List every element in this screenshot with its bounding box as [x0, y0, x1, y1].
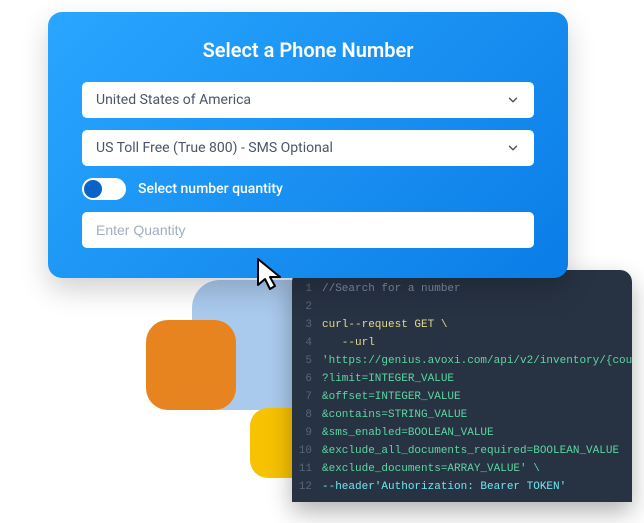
cursor-icon — [252, 255, 292, 299]
code-line: 6?limit=INTEGER_VALUE — [292, 370, 632, 388]
line-number: 1 — [292, 280, 322, 298]
line-number: 5 — [292, 352, 322, 370]
quantity-input[interactable] — [82, 212, 534, 248]
line-number: 9 — [292, 424, 322, 442]
number-type-select[interactable]: US Toll Free (True 800) - SMS Optional — [82, 130, 534, 166]
code-text: 'https://genius.avoxi.com/api/v2/invento… — [322, 352, 632, 370]
code-line: 3curl--request GET \ — [292, 316, 632, 334]
code-text: &sms_enabled=BOOLEAN_VALUE — [322, 424, 494, 442]
code-text: --header'Authorization: Bearer TOKEN' — [322, 478, 566, 496]
phone-number-form-card: Select a Phone Number United States of A… — [48, 12, 568, 278]
code-line: 10&exclude_all_documents_required=BOOLEA… — [292, 442, 632, 460]
line-number: 4 — [292, 334, 322, 352]
code-line: 5'https://genius.avoxi.com/api/v2/invent… — [292, 352, 632, 370]
code-line: 9&sms_enabled=BOOLEAN_VALUE — [292, 424, 632, 442]
quantity-toggle-label: Select number quantity — [138, 181, 283, 197]
code-text: &exclude_documents=ARRAY_VALUE' \ — [322, 460, 540, 478]
code-line: 8&contains=STRING_VALUE — [292, 406, 632, 424]
code-text: &offset=INTEGER_VALUE — [322, 388, 461, 406]
country-select[interactable]: United States of America — [82, 82, 534, 118]
code-line: 7&offset=INTEGER_VALUE — [292, 388, 632, 406]
code-panel: 1//Search for a number23curl--request GE… — [292, 270, 632, 502]
line-number: 10 — [292, 442, 322, 460]
code-line: 4 --url — [292, 334, 632, 352]
code-text: &exclude_all_documents_required=BOOLEAN_… — [322, 442, 619, 460]
line-number: 12 — [292, 478, 322, 496]
form-title: Select a Phone Number — [82, 38, 534, 62]
quantity-toggle-row: Select number quantity — [82, 178, 534, 200]
code-line: 12--header'Authorization: Bearer TOKEN' — [292, 478, 632, 496]
code-text: ?limit=INTEGER_VALUE — [322, 370, 454, 388]
country-select-value: United States of America — [96, 92, 251, 108]
decorative-shape-orange — [146, 320, 236, 410]
line-number: 8 — [292, 406, 322, 424]
line-number: 7 — [292, 388, 322, 406]
line-number: 3 — [292, 316, 322, 334]
line-number: 6 — [292, 370, 322, 388]
code-line: 11&exclude_documents=ARRAY_VALUE' \ — [292, 460, 632, 478]
code-text: --url — [322, 334, 375, 352]
code-text: &contains=STRING_VALUE — [322, 406, 467, 424]
quantity-toggle[interactable] — [82, 178, 126, 200]
code-text: curl--request GET \ — [322, 316, 447, 334]
code-line: 1//Search for a number — [292, 280, 632, 298]
code-text: //Search for a number — [322, 280, 461, 298]
line-number: 11 — [292, 460, 322, 478]
number-type-select-value: US Toll Free (True 800) - SMS Optional — [96, 140, 333, 156]
code-line: 2 — [292, 298, 632, 316]
line-number: 2 — [292, 298, 322, 316]
toggle-knob — [84, 180, 102, 198]
